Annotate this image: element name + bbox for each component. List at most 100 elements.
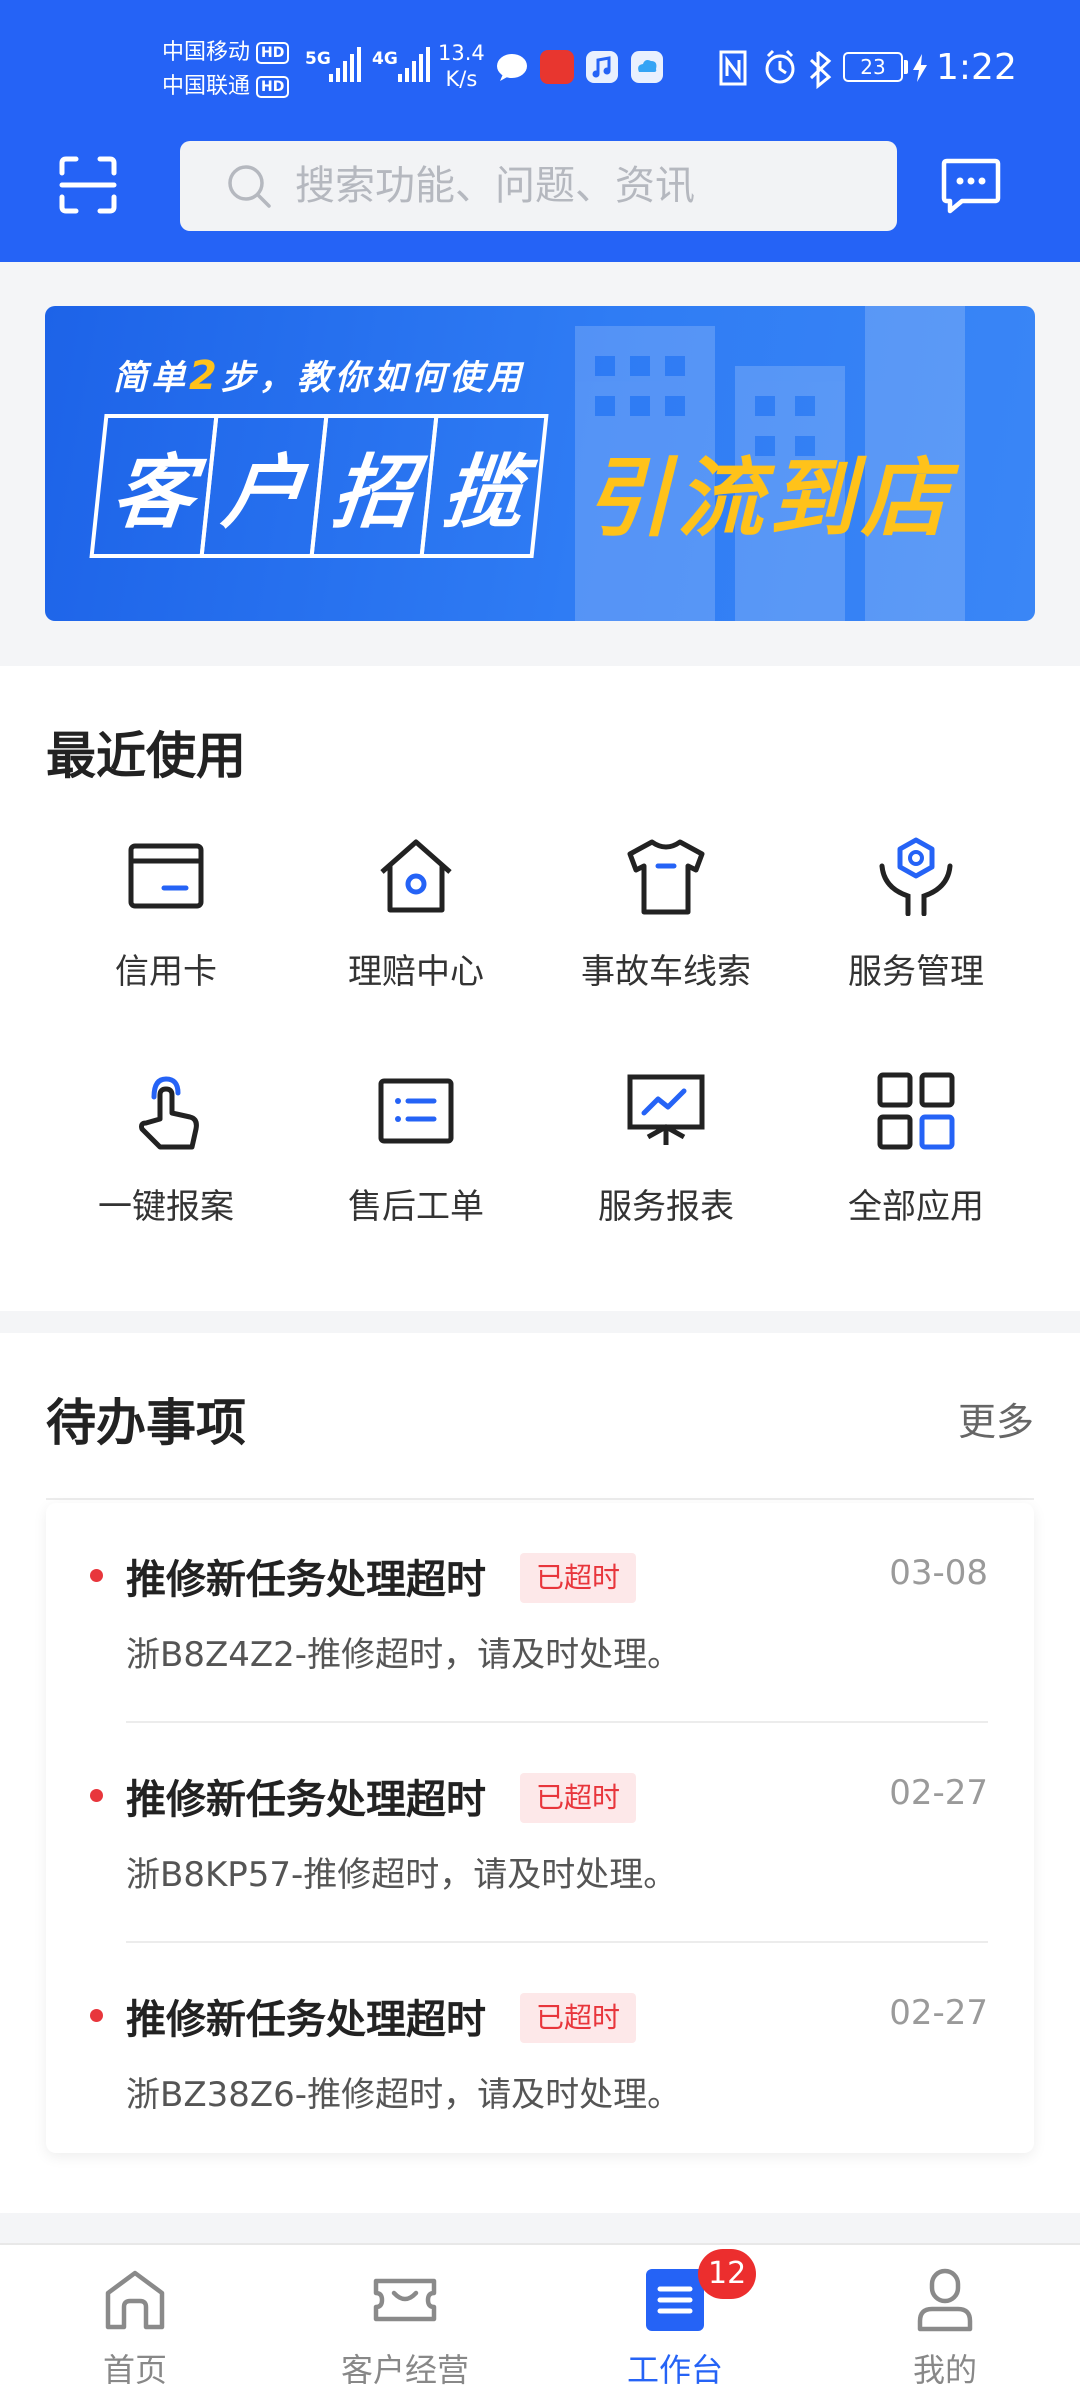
nav-profile[interactable]: 我的 [810, 2245, 1080, 2400]
app-accident-car-lead[interactable]: 事故车线索 [541, 836, 791, 1036]
unread-dot [90, 1789, 103, 1802]
app-credit-card[interactable]: 信用卡 [41, 836, 291, 1036]
clock: 1:22 [936, 47, 1017, 88]
carrier-2: 中国联通 [162, 74, 251, 99]
app-label: 一键报案 [98, 1187, 234, 1227]
banner-step-number: 2 [189, 353, 221, 399]
net-type-1: 5G [305, 49, 331, 69]
app-label: 售后工单 [348, 1187, 484, 1227]
todo-item-date: 02-27 [889, 1993, 988, 2033]
app-header: 中国移动 HD 中国联通 HD 5G 4G 13.4 K/s 23 1:22 搜… [0, 0, 1080, 262]
profile-icon [917, 2268, 973, 2332]
after-sales-order-icon [378, 1078, 454, 1144]
app-label: 服务管理 [848, 952, 984, 992]
todo-item[interactable]: 推修新任务处理超时 已超时 02-27 浙B8KP57-推修超时，请及时处理。 [46, 1723, 1034, 1943]
chat-bubble-icon [497, 54, 527, 81]
app-service-management[interactable]: 服务管理 [791, 836, 1041, 1036]
banner-subtitle-prefix: 简单 [113, 358, 189, 398]
banner-subtitle-suffix: 步，教你如何使用 [220, 358, 525, 398]
search-icon [228, 165, 271, 208]
todo-item-date: 03-08 [889, 1553, 988, 1593]
todo-title: 待办事项 [46, 1394, 246, 1452]
notification-badge: 12 [698, 2249, 757, 2299]
home-icon [105, 2270, 165, 2330]
nav-label: 工作台 [626, 2351, 723, 2389]
music-app-icon [586, 51, 618, 83]
todo-item[interactable]: 推修新任务处理超时 已超时 02-27 浙BZ38Z6-推修超时，请及时处理。 [46, 1943, 1034, 2163]
battery-cap [904, 60, 908, 74]
unread-dot [90, 1569, 103, 1582]
banner-subtitle: 简单2步，教你如何使用 [113, 350, 525, 399]
nav-label: 我的 [912, 2351, 977, 2389]
more-link[interactable]: 更多 [958, 1391, 1034, 1446]
status-bar: 中国移动 HD 中国联通 HD 5G 4G 13.4 K/s 23 1:22 [0, 0, 1080, 130]
search-input[interactable] [295, 141, 875, 231]
app-claim-center[interactable]: 理赔中心 [291, 836, 541, 1036]
nav-workbench[interactable]: 12 工作台 [540, 2245, 810, 2400]
todo-item-title: 推修新任务处理超时 [126, 1557, 486, 1603]
signal-5g-icon: 5G [305, 47, 361, 82]
hd-badge: HD [256, 76, 290, 98]
recent-title: 最近使用 [46, 727, 246, 785]
overdue-badge: 已超时 [520, 1993, 637, 2043]
todo-item-desc: 浙B8KP57-推修超时，请及时处理。 [126, 1855, 678, 1895]
promo-banner[interactable]: 简单2步，教你如何使用 客 户 招 揽 引流到店 [45, 306, 1035, 621]
app-service-report[interactable]: 服务报表 [541, 1071, 791, 1271]
message-icon[interactable] [940, 158, 1002, 214]
battery-indicator: 23 [843, 52, 903, 82]
app-label: 事故车线索 [581, 952, 751, 992]
app-one-click-report[interactable]: 一键报案 [41, 1071, 291, 1271]
credit-card-icon [128, 843, 204, 909]
news-app-icon [540, 50, 574, 84]
todo-item-desc: 浙BZ38Z6-推修超时，请及时处理。 [126, 2075, 682, 2115]
banner-box-char: 户 [199, 414, 329, 558]
carrier-1: 中国移动 [162, 40, 251, 65]
signal-4g-icon: 4G [372, 47, 430, 82]
speed-value: 13.4 [438, 41, 485, 65]
todo-item-desc: 浙B8Z4Z2-推修超时，请及时处理。 [126, 1635, 682, 1675]
network-speed: 13.4 K/s [438, 40, 485, 92]
nav-home[interactable]: 首页 [0, 2245, 270, 2400]
accident-car-lead-icon [627, 839, 705, 915]
banner-box-char: 客 [89, 414, 219, 558]
todo-section: 待办事项 更多 推修新任务处理超时 已超时 03-08 浙B8Z4Z2-推修超时… [0, 1333, 1080, 2213]
divider [46, 1498, 1034, 1500]
speed-unit: K/s [445, 67, 478, 91]
nav-customer[interactable]: 客户经营 [270, 2245, 540, 2400]
todo-item-title: 推修新任务处理超时 [126, 1997, 486, 2043]
recent-section: 最近使用 信用卡 理赔中心 事故车线索 服务管理 一键报案 售后工单 服务报表 … [0, 666, 1080, 1311]
one-click-report-icon [139, 1076, 199, 1150]
app-label: 理赔中心 [348, 952, 484, 992]
todo-card: 推修新任务处理超时 已超时 03-08 浙B8Z4Z2-推修超时，请及时处理。 … [46, 1503, 1034, 2153]
service-report-icon [627, 1074, 705, 1145]
net-type-2: 4G [372, 49, 398, 69]
todo-item[interactable]: 推修新任务处理超时 已超时 03-08 浙B8Z4Z2-推修超时，请及时处理。 [46, 1503, 1034, 1723]
app-label: 信用卡 [115, 952, 217, 992]
system-status-icons [719, 49, 832, 90]
search-box[interactable] [180, 141, 897, 231]
todo-item-title: 推修新任务处理超时 [126, 1777, 486, 1823]
app-label: 全部应用 [848, 1187, 984, 1227]
todo-item-date: 02-27 [889, 1773, 988, 1813]
overdue-badge: 已超时 [520, 1553, 637, 1603]
banner-box-char: 招 [309, 414, 439, 558]
cloud-app-icon [631, 51, 663, 83]
banner-box-char: 揽 [419, 414, 549, 558]
app-all-apps[interactable]: 全部应用 [791, 1071, 1041, 1271]
overdue-badge: 已超时 [520, 1773, 637, 1823]
banner-boxed-title: 客 户 招 揽 [89, 414, 549, 564]
banner-highlight: 引流到店 [585, 449, 953, 549]
hd-badge: HD [256, 42, 290, 64]
carrier-info: 中国移动 HD 中国联通 HD [162, 36, 290, 104]
all-apps-icon [877, 1072, 955, 1150]
customer-ticket-icon [373, 2278, 437, 2322]
claim-center-icon [380, 839, 452, 913]
scan-icon[interactable] [58, 155, 118, 215]
nav-label: 首页 [102, 2351, 167, 2389]
nav-label: 客户经营 [340, 2351, 469, 2389]
unread-dot [90, 2009, 103, 2022]
app-after-sales-order[interactable]: 售后工单 [291, 1071, 541, 1271]
banner-area: 简单2步，教你如何使用 客 户 招 揽 引流到店 [0, 262, 1080, 666]
charging-bolt-icon [913, 54, 927, 82]
app-label: 服务报表 [598, 1187, 734, 1227]
